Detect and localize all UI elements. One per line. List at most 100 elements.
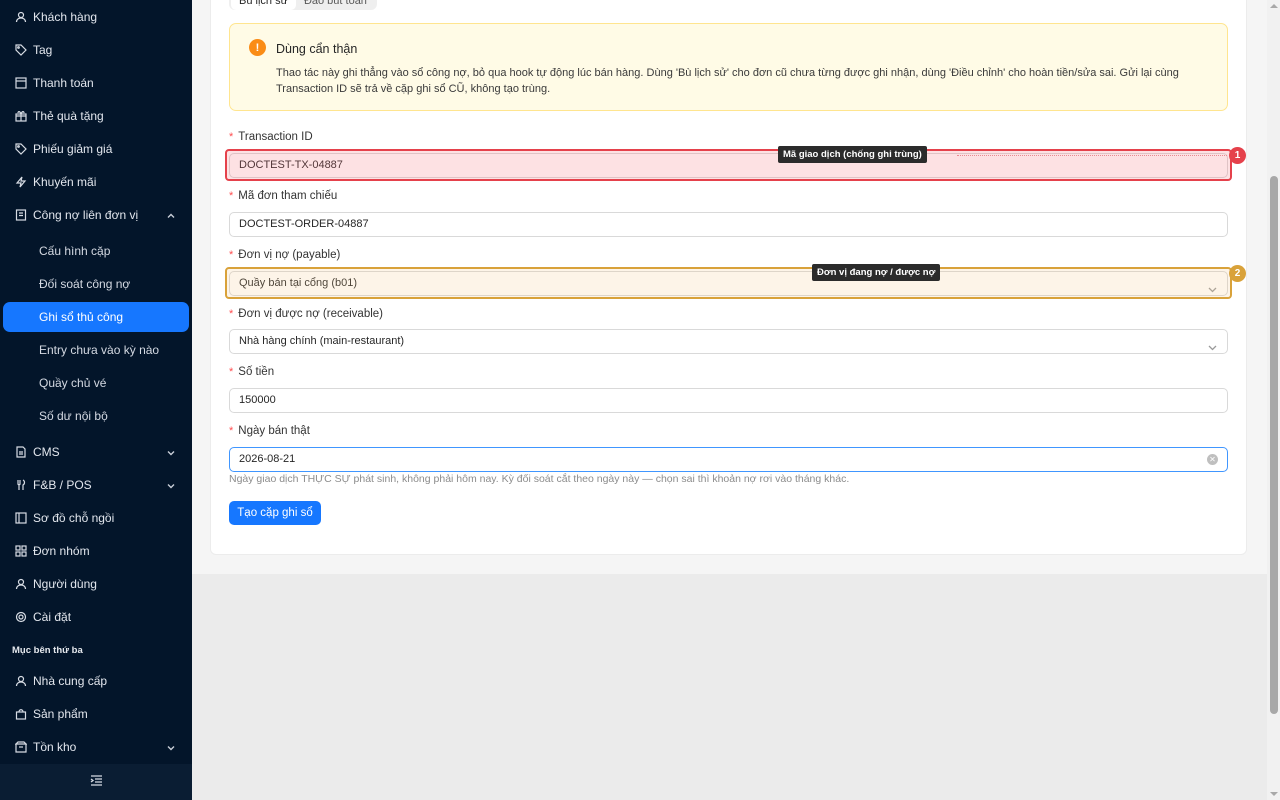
warning-alert: ! Dùng cẩn thận Thao tác này ghi thẳng v…	[229, 23, 1228, 111]
amount-label: * Số tiền	[229, 366, 274, 378]
annotation-tooltip-2: Đơn vị đang nợ / được nợ	[812, 264, 941, 281]
sidebar-item-customers[interactable]: Khách hàng	[0, 0, 192, 33]
required-mark: *	[229, 190, 234, 202]
sidebar-item-seat-map[interactable]: Sơ đồ chỗ ngồi	[0, 501, 192, 534]
sidebar-item-cms[interactable]: CMS	[0, 435, 192, 468]
sidebar-item-label: F&B / POS	[33, 477, 92, 492]
sidebar-item-tag[interactable]: Tag	[0, 33, 192, 66]
alert-title: Dùng cẩn thận	[276, 42, 358, 56]
inventory-icon	[14, 740, 28, 754]
sidebar-subitem-label: Đối soát công nợ	[39, 276, 131, 291]
transaction-id-label: * Transaction ID	[229, 131, 313, 143]
cms-icon	[14, 445, 28, 459]
required-mark: *	[229, 425, 234, 437]
chevron-up-icon	[166, 210, 176, 220]
label-text: Mã đơn tham chiếu	[238, 190, 338, 202]
sidebar-item-promotion[interactable]: Khuyến mãi	[0, 165, 192, 198]
sidebar-item-label: Công nợ liên đơn vị	[33, 207, 139, 222]
sidebar-item-label: Sơ đồ chỗ ngồi	[33, 510, 115, 525]
highlight-payable	[225, 267, 1232, 299]
amount-input[interactable]: 150000	[229, 388, 1228, 413]
scroll-thumb[interactable]	[1270, 176, 1278, 714]
product-icon	[14, 707, 28, 721]
scroll-up-arrow-icon[interactable]	[1270, 4, 1278, 8]
sidebar-item-label: Thanh toán	[33, 75, 94, 90]
chevron-down-icon	[166, 742, 176, 752]
coupon-icon	[14, 142, 28, 156]
user-icon	[14, 577, 28, 591]
exclamation-icon: !	[249, 39, 266, 56]
supplier-icon	[14, 674, 28, 688]
sidebar-item-label: Nhà cung cấp	[33, 673, 108, 688]
chevron-down-icon	[1208, 338, 1217, 351]
required-mark: *	[229, 249, 234, 261]
page-scrollbar[interactable]	[1267, 0, 1280, 800]
sidebar-item-supplier[interactable]: Nhà cung cấp	[0, 664, 192, 697]
sidebar-item-label: Thẻ quà tặng	[33, 108, 104, 123]
chevron-down-icon	[166, 480, 176, 490]
order-ref-input[interactable]: DOCTEST-ORDER-04887	[229, 212, 1228, 237]
sidebar-item-gift-card[interactable]: Thẻ quà tặng	[0, 99, 192, 132]
sidebar-item-inter-unit-debt[interactable]: Công nợ liên đơn vị	[0, 198, 192, 231]
annotation-leader-line	[957, 155, 1227, 156]
select-value: Nhà hàng chính (main-restaurant)	[239, 335, 405, 347]
create-entry-button[interactable]: Tạo cặp ghi sổ	[229, 501, 321, 525]
required-mark: *	[229, 308, 234, 320]
seat-map-icon	[14, 511, 28, 525]
sidebar-section-title: Mục bên thứ ba	[12, 645, 83, 656]
sidebar-item-label: Sản phẩm	[33, 706, 88, 721]
tag-icon	[14, 43, 28, 57]
sidebar-subitem-ticket-counter[interactable]: Quầy chủ vé	[0, 366, 192, 399]
annotation-badge-1: 1	[1229, 147, 1246, 164]
promotion-icon	[14, 175, 28, 189]
payable-label: * Đơn vị nợ (payable)	[229, 249, 340, 261]
sidebar-collapse-button[interactable]	[0, 764, 192, 800]
sidebar-item-coupon[interactable]: Phiếu giảm giá	[0, 132, 192, 165]
user-icon	[14, 10, 28, 24]
gift-icon	[14, 109, 28, 123]
sidebar-subitem-label: Quầy chủ vé	[39, 375, 107, 390]
sale-date-picker[interactable]: 2026-08-21 ✕	[229, 447, 1228, 472]
sale-date-label: * Ngày bán thật	[229, 425, 310, 437]
sidebar-item-label: Người dùng	[33, 576, 97, 591]
sidebar-item-group-order[interactable]: Đơn nhóm	[0, 534, 192, 567]
annotation-badge-2: 2	[1229, 265, 1246, 282]
sidebar-item-label: Tồn kho	[33, 739, 77, 754]
gear-icon	[14, 610, 28, 624]
sidebar-subitem-manual-entry[interactable]: Ghi sổ thủ công	[3, 302, 189, 332]
scroll-down-arrow-icon[interactable]	[1270, 792, 1278, 796]
highlight-transaction-id	[225, 149, 1232, 181]
sidebar-item-label: Khách hàng	[33, 9, 98, 24]
receivable-label: * Đơn vị được nợ (receivable)	[229, 308, 383, 320]
group-order-icon	[14, 544, 28, 558]
sidebar-item-label: CMS	[33, 444, 60, 459]
sidebar-subitem-debt-reconcile[interactable]: Đối soát công nợ	[0, 267, 192, 300]
fnb-icon	[14, 478, 28, 492]
sidebar-item-label: Khuyến mãi	[33, 174, 97, 189]
sidebar-item-label: Phiếu giảm giá	[33, 141, 113, 156]
sidebar-item-users[interactable]: Người dùng	[0, 567, 192, 600]
label-text: Đơn vị được nợ (receivable)	[238, 308, 384, 320]
ledger-icon	[14, 208, 28, 222]
payment-icon	[14, 76, 28, 90]
label-text: Transaction ID	[238, 131, 313, 143]
clear-icon[interactable]: ✕	[1207, 454, 1218, 465]
tab-backfill[interactable]: Bù lịch sử	[231, 0, 296, 10]
label-text: Số tiền	[238, 366, 275, 378]
sidebar-item-payment[interactable]: Thanh toán	[0, 66, 192, 99]
sidebar-item-settings[interactable]: Cài đặt	[0, 600, 192, 633]
sidebar-item-product[interactable]: Sản phẩm	[0, 697, 192, 730]
required-mark: *	[229, 131, 234, 143]
sidebar-subitem-label: Cấu hình cặp	[39, 243, 111, 258]
sidebar-item-inventory[interactable]: Tồn kho	[0, 730, 192, 763]
receivable-select[interactable]: Nhà hàng chính (main-restaurant)	[229, 329, 1228, 354]
sidebar-subitem-pair-config[interactable]: Cấu hình cặp	[0, 234, 192, 267]
sidebar-subitem-label: Ghi sổ thủ công	[39, 310, 124, 324]
date-value: 2026-08-21	[239, 453, 296, 465]
sidebar-item-fnb-pos[interactable]: F&B / POS	[0, 468, 192, 501]
sidebar-item-label: Đơn nhóm	[33, 543, 90, 558]
chevron-down-icon	[166, 447, 176, 457]
sidebar-subitem-internal-balance[interactable]: Số dư nội bộ	[0, 399, 192, 432]
tab-reversal[interactable]: Đảo bút toán	[296, 0, 375, 10]
sidebar-subitem-unperiod-entry[interactable]: Entry chưa vào kỳ nào	[0, 333, 192, 366]
